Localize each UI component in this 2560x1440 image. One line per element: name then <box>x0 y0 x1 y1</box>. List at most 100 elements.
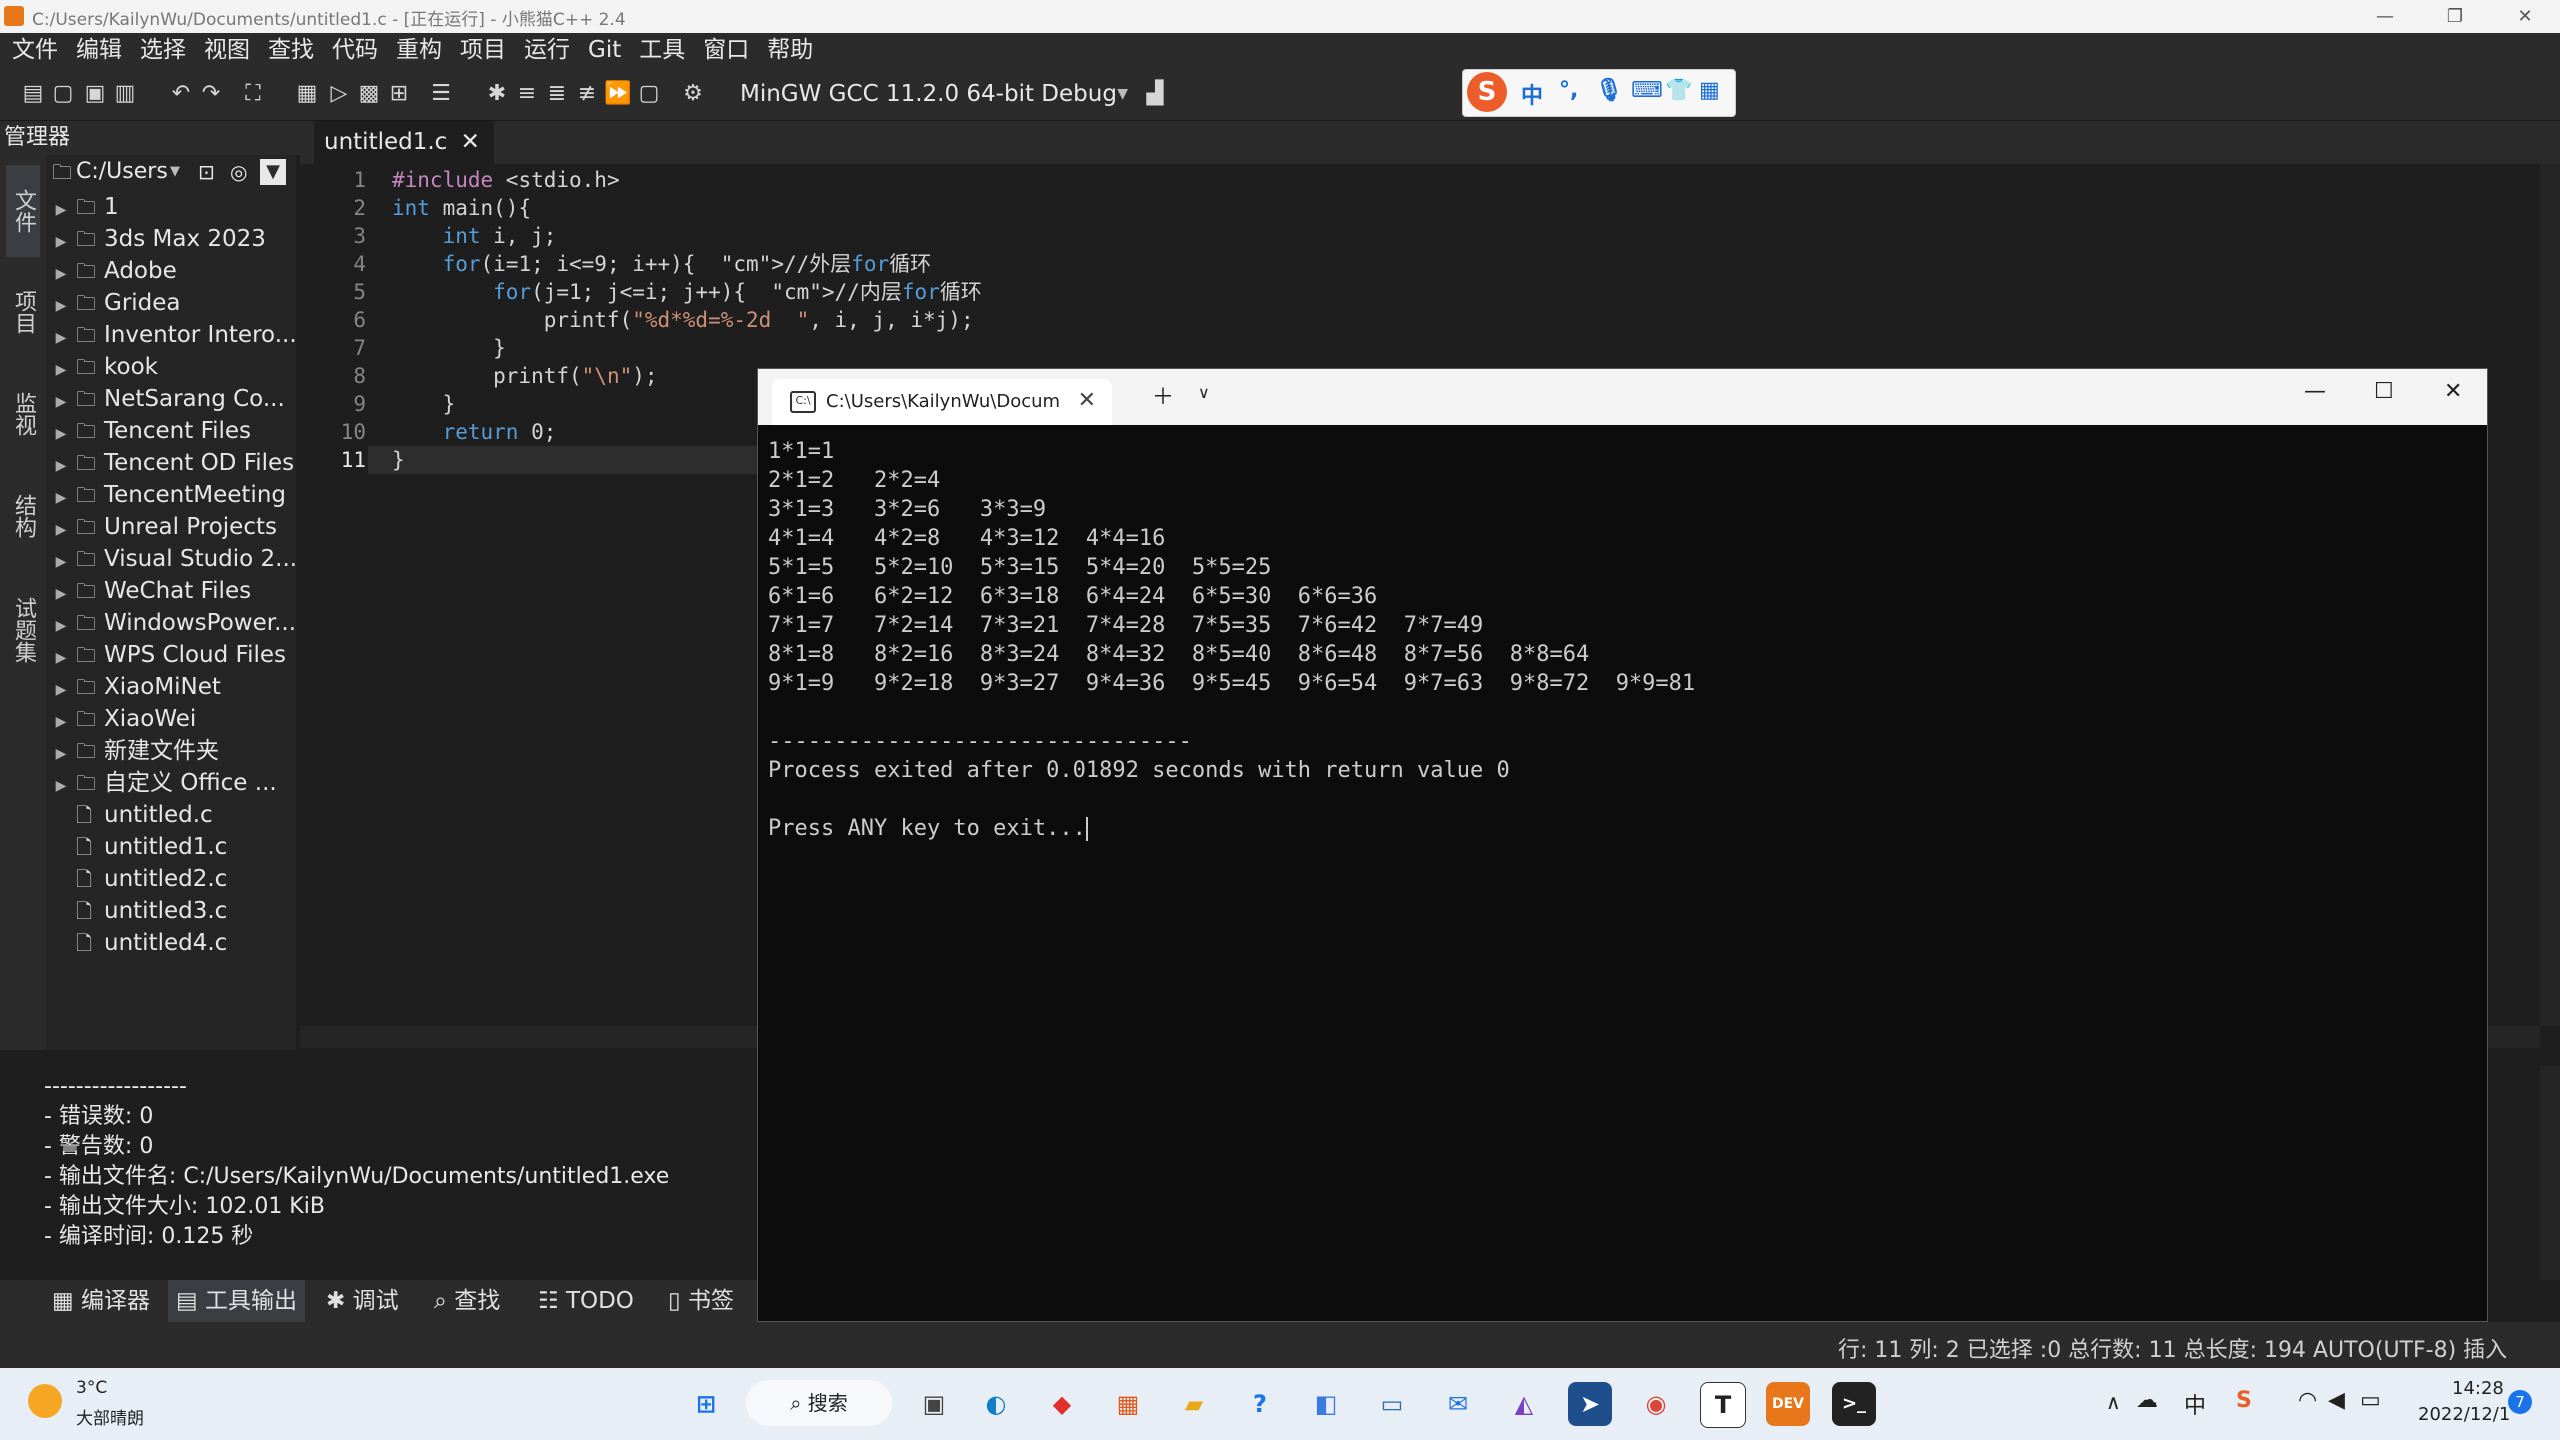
keyboard-icon[interactable]: ⌨ <box>1631 78 1663 103</box>
menu-view[interactable]: 视图 <box>195 33 259 67</box>
app-active-icon[interactable]: ➤ <box>1568 1382 1612 1426</box>
side-tab-files[interactable]: 文件 <box>6 165 40 257</box>
save-icon[interactable]: ▣ <box>82 81 108 107</box>
chevron-right-icon[interactable]: ▶ <box>46 578 76 610</box>
open-folder-icon[interactable]: ⊡ <box>198 155 215 189</box>
debug-tools-icon[interactable]: ⚙ <box>680 81 706 107</box>
store-icon[interactable]: ▦ <box>1106 1382 1150 1426</box>
start-icon[interactable]: ⊞ <box>684 1382 728 1426</box>
minimize-button[interactable]: — <box>2304 379 2326 404</box>
tab-bookmarks[interactable]: ▯ 书签 <box>660 1280 742 1322</box>
folder-item[interactable]: ▶ 🗀 XiaoMiNet <box>46 671 221 703</box>
redo-icon[interactable]: ↷ <box>198 81 224 107</box>
menu-run[interactable]: 运行 <box>515 33 579 67</box>
menu-project[interactable]: 项目 <box>451 33 515 67</box>
chevron-right-icon[interactable]: ▶ <box>46 258 76 290</box>
close-icon[interactable]: ✕ <box>461 129 480 155</box>
step-into-icon[interactable]: ≣ <box>544 81 570 107</box>
chevron-right-icon[interactable]: ▶ <box>46 450 76 482</box>
stop-icon[interactable]: ▢ <box>636 81 662 107</box>
folder-item[interactable]: ▶ 🗀 Visual Studio 2... <box>46 543 298 575</box>
chevron-right-icon[interactable]: ▶ <box>46 514 76 546</box>
step-out-icon[interactable]: ≢ <box>574 81 600 107</box>
close-icon[interactable]: ✕ <box>1078 388 1096 413</box>
folder-item[interactable]: ▶ 🗀 新建文件夹 <box>46 735 219 767</box>
monitor-icon[interactable]: ▭ <box>1370 1382 1414 1426</box>
help-icon[interactable]: ? <box>1238 1382 1282 1426</box>
chevron-right-icon[interactable]: ▶ <box>46 770 76 802</box>
chevron-right-icon[interactable]: ▶ <box>46 226 76 258</box>
folder-item[interactable]: ▶ 🗀 Inventor Intero... <box>46 319 297 351</box>
menu-tools[interactable]: 工具 <box>630 33 694 67</box>
file-item[interactable]: 🗋 untitled1.c <box>46 831 227 863</box>
chevron-right-icon[interactable]: ▶ <box>46 386 76 418</box>
code-line[interactable]: for(j=1; j<=i; j++){ "cm">//内层for循环 <box>392 278 982 306</box>
tab-find[interactable]: ⌕ 查找 <box>426 1280 508 1322</box>
search-box[interactable]: ⌕ 搜索 <box>746 1380 892 1426</box>
app-blue-icon[interactable]: ◧ <box>1304 1382 1348 1426</box>
menu-window[interactable]: 窗口 <box>694 33 758 67</box>
chrome-icon[interactable]: ◉ <box>1634 1382 1678 1426</box>
app-red-icon[interactable]: ◆ <box>1040 1382 1084 1426</box>
chevron-right-icon[interactable]: ▶ <box>46 290 76 322</box>
menu-code[interactable]: 代码 <box>323 33 387 67</box>
menu-help[interactable]: 帮助 <box>758 33 822 67</box>
save-all-icon[interactable]: ▥ <box>112 81 138 107</box>
file-item[interactable]: 🗋 untitled2.c <box>46 863 227 895</box>
tab-debug[interactable]: ✱ 调试 <box>318 1280 407 1322</box>
menu-find[interactable]: 查找 <box>259 33 323 67</box>
new-file-icon[interactable]: ▢ <box>50 81 76 107</box>
chevron-down-icon[interactable]: ▼ <box>170 155 180 189</box>
restore-button[interactable]: ❐ <box>2420 0 2490 33</box>
file-explorer-icon[interactable]: ▰ <box>1172 1382 1216 1426</box>
code-line[interactable]: } <box>392 390 456 418</box>
task-view-icon[interactable]: ▣ <box>912 1382 956 1426</box>
clock-date[interactable]: 2022/12/1 <box>2418 1404 2510 1425</box>
tray-chevron-icon[interactable]: ∧ <box>2106 1390 2121 1414</box>
menu-refactor[interactable]: 重构 <box>387 33 451 67</box>
tab-todo[interactable]: ☷ TODO <box>530 1280 642 1322</box>
menu-file[interactable]: 文件 <box>0 33 67 67</box>
code-line[interactable]: #include <stdio.h> <box>392 166 620 194</box>
sogou-tray-icon[interactable]: S <box>2236 1388 2252 1413</box>
side-tab-structure[interactable]: 结构 <box>6 475 40 557</box>
input-lang-label[interactable]: 中 <box>2184 1388 2206 1420</box>
wifi-icon[interactable]: ◠ <box>2298 1388 2317 1413</box>
menu-git[interactable]: Git <box>579 33 630 67</box>
apps-icon[interactable]: ▦ <box>1699 78 1720 103</box>
filter-icon[interactable]: ▼ <box>260 159 286 185</box>
code-line[interactable]: for(i=1; i<=9; i++){ "cm">//外层for循环 <box>392 250 932 278</box>
code-line[interactable]: printf("%d*%d=%-2d ", i, j, i*j); <box>392 306 974 334</box>
redpanda-cpp-icon[interactable]: DEV <box>1766 1382 1810 1426</box>
compile-run-icon[interactable]: ▩ <box>356 81 382 107</box>
battery-icon[interactable]: ▭ <box>2360 1388 2381 1413</box>
undo-icon[interactable]: ↶ <box>168 81 194 107</box>
folder-item[interactable]: ▶ 🗀 Gridea <box>46 287 181 319</box>
ime-lang-label[interactable]: 中 <box>1521 78 1543 110</box>
folder-item[interactable]: ▶ 🗀 XiaoWei <box>46 703 197 735</box>
folder-item[interactable]: ▶ 🗀 kook <box>46 351 158 383</box>
options-icon[interactable]: ☰ <box>428 81 454 107</box>
mic-icon[interactable]: 🎙 <box>1595 78 1623 103</box>
new-project-icon[interactable]: ▤ <box>20 81 46 107</box>
path-select[interactable]: C:/Users <box>76 155 168 189</box>
chevron-right-icon[interactable]: ▶ <box>46 610 76 642</box>
folder-item[interactable]: ▶ 🗀 Unreal Projects <box>46 511 277 543</box>
clock-time[interactable]: 14:28 <box>2452 1378 2504 1399</box>
visual-studio-icon[interactable]: ◭ <box>1502 1382 1546 1426</box>
folder-item[interactable]: ▶ 🗀 自定义 Office ... <box>46 767 277 799</box>
locate-icon[interactable]: ◎ <box>230 155 247 189</box>
new-tab-icon[interactable]: ＋ <box>1152 379 1174 411</box>
tab-tool-output[interactable]: ▤ 工具输出 <box>168 1280 306 1322</box>
rebuild-icon[interactable]: ⊞ <box>386 81 412 107</box>
compiler-select[interactable]: MinGW GCC 11.2.0 64-bit Debug ▼ <box>728 76 1136 112</box>
ime-toolbar[interactable]: S 中 °, 🎙 ⌨ 👕 ▦ <box>1462 69 1736 117</box>
folder-item[interactable]: ▶ 🗀 Tencent Files <box>46 415 251 447</box>
folder-item[interactable]: ▶ 🗀 1 <box>46 191 119 223</box>
compiler-options-icon[interactable]: ▟ <box>1142 81 1168 107</box>
close-button[interactable]: ✕ <box>2444 379 2462 404</box>
code-line[interactable]: int i, j; <box>392 222 557 250</box>
chevron-right-icon[interactable]: ▶ <box>46 322 76 354</box>
file-item[interactable]: 🗋 untitled.c <box>46 799 213 831</box>
folder-item[interactable]: ▶ 🗀 WPS Cloud Files <box>46 639 286 671</box>
